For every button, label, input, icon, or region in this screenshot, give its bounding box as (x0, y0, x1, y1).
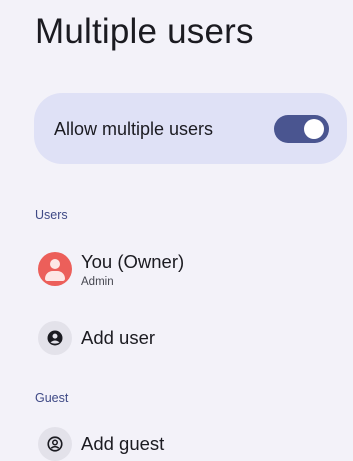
account-circle-icon (38, 252, 72, 286)
add-user-label: Add user (81, 327, 156, 348)
add-user-icon (38, 321, 72, 355)
allow-multiple-users-card[interactable]: Allow multiple users (34, 93, 347, 164)
page-title: Multiple users (35, 12, 254, 51)
owner-name: You (Owner) (81, 251, 185, 272)
guest-section-header: Guest (35, 391, 69, 405)
add-guest-row[interactable]: Add guest (35, 427, 345, 461)
add-guest-label: Add guest (81, 433, 165, 454)
users-section-header: Users (35, 208, 68, 222)
switch-thumb (304, 119, 324, 139)
allow-multiple-users-switch[interactable] (274, 115, 329, 143)
allow-multiple-users-label: Allow multiple users (54, 119, 214, 139)
add-guest-icon (38, 427, 72, 461)
add-user-row[interactable]: Add user (35, 321, 345, 355)
owner-role: Admin (81, 276, 114, 288)
owner-user-row[interactable]: You (Owner) Admin (35, 251, 345, 294)
